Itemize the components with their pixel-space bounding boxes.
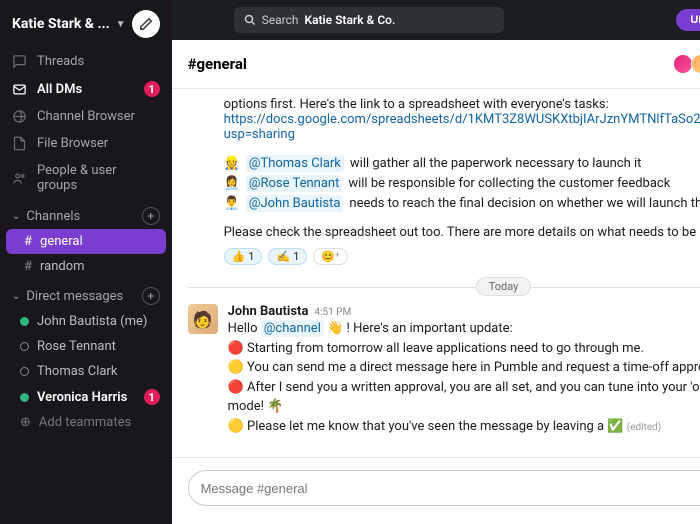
nav-channel-browser[interactable]: Channel Browser [0,103,172,130]
nav-all-dms[interactable]: All DMs 1 [0,75,172,103]
divider-label: Today [476,277,532,296]
file-icon [12,136,27,151]
presence-online-icon [20,317,29,326]
nav-label: File Browser [37,136,108,151]
dm-veronica[interactable]: Veronica Harris 1 [0,384,172,410]
date-divider: Today [188,279,700,294]
reaction[interactable]: ✍️ 1 [268,248,307,265]
message-input[interactable] [201,481,700,496]
message-body: Hello @channel 👋 ! Here's an important u… [228,319,700,436]
dm-label: Thomas Clark [37,364,117,379]
composer [172,457,700,524]
hash-icon: # [24,234,32,249]
add-reaction[interactable]: 😊⁺ [313,248,347,265]
reaction[interactable]: 👍 1 [224,248,263,265]
dm-label: Veronica Harris [37,390,127,405]
presence-away-icon [20,342,29,351]
plus-icon: ⊕ [20,415,31,430]
channels-section-header[interactable]: ⌄ Channels + [0,199,172,229]
search-label: Search [262,13,299,27]
message: options first. Here's the link to a spre… [224,97,700,265]
task-text: needs to reach the final decision on whe… [349,196,700,211]
dm-john[interactable]: John Bautista (me) [0,309,172,334]
message-list: options first. Here's the link to a spre… [172,89,700,457]
add-channel-button[interactable]: + [142,207,160,225]
dm-thomas[interactable]: Thomas Clark [0,359,172,384]
message-time: 4:51 PM [314,307,351,318]
task-row: 👨‍💼 @John Bautista needs to reach the fin… [224,195,700,212]
unread-badge: 1 [144,389,160,405]
section-label: Channels [26,209,80,224]
message-link[interactable]: https://docs.google.com/spreadsheets/d/1… [224,112,700,142]
nav-threads[interactable]: Threads [0,48,172,75]
edited-label: (edited) [627,422,662,433]
dm-label: John Bautista (me) [37,314,147,329]
emoji-icon: 👩‍💼 [224,176,240,191]
member-avatar [691,54,700,74]
message-text: options first. Here's the link to a spre… [224,97,700,112]
workspace-header[interactable]: Katie Stark & ... ▼ [0,0,172,48]
people-icon [12,171,27,186]
emoji-icon: 👨‍💼 [224,196,240,211]
message-avatar[interactable]: 🧑 [188,304,218,334]
presence-away-icon [20,367,29,376]
channel-label: random [40,259,85,274]
section-label: Direct messages [26,289,123,304]
task-text: will be responsible for collecting the c… [348,176,670,191]
message-author[interactable]: John Bautista [228,304,309,319]
channel-title: #general [188,55,247,73]
add-teammates[interactable]: ⊕ Add teammates [0,410,172,435]
nav-label: Threads [37,54,84,69]
workspace-name: Katie Stark & ... [12,16,110,32]
compose-button[interactable] [132,10,160,38]
search-workspace: Katie Stark & Co. [304,13,395,27]
composer-box[interactable] [188,470,700,506]
reactions: 👍 1 ✍️ 1 😊⁺ [224,248,700,265]
task-row: 👩‍💼 @Rose Tennant will be responsible for… [224,175,700,192]
nav-people[interactable]: People & user groups [0,157,172,199]
nav-label: All DMs [37,82,82,97]
message: 🧑 John Bautista 4:51 PM Hello @channel 👋… [188,304,700,436]
presence-online-icon [20,393,29,402]
chevron-down-icon: ⌄ [12,211,20,222]
unread-badge: 1 [144,81,160,97]
mention[interactable]: @John Bautista [246,195,344,212]
task-row: 👷 @Thomas Clark will gather all the paper… [224,155,700,172]
sidebar: Katie Stark & ... ▼ Threads All DMs 1 Ch… [0,0,172,524]
channel-general[interactable]: # general [6,229,166,254]
threads-icon [12,54,27,69]
add-dm-button[interactable]: + [142,287,160,305]
upgrade-button[interactable]: UPGRADE [676,9,700,31]
dms-icon [12,82,27,97]
dm-label: Rose Tennant [37,339,116,354]
emoji-icon: 👷 [224,156,240,171]
chevron-down-icon: ⌄ [12,291,20,302]
mention[interactable]: @Thomas Clark [246,155,344,172]
channel-label: general [40,234,83,249]
member-avatar [673,54,693,74]
mention[interactable]: @channel [261,320,324,337]
add-teammates-label: Add teammates [39,415,131,430]
message-text: Please check the spreadsheet out too. Th… [224,225,700,240]
dm-rose[interactable]: Rose Tennant [0,334,172,359]
pencil-icon [139,17,153,31]
nav-file-browser[interactable]: File Browser [0,130,172,157]
nav-label: People & user groups [37,163,160,193]
browser-icon [12,109,27,124]
chevron-down-icon: ▼ [116,19,126,30]
search-icon [244,14,256,26]
dms-section-header[interactable]: ⌄ Direct messages + [0,279,172,309]
topbar: Search Katie Stark & Co. UPGRADE [172,0,700,40]
task-text: will gather all the paperwork necessary … [350,156,642,171]
main: Search Katie Stark & Co. UPGRADE #genera… [172,0,700,524]
mention[interactable]: @Rose Tennant [246,175,343,192]
channel-header: #general +1 [172,40,700,89]
member-list[interactable]: +1 [677,54,700,74]
channel-random[interactable]: # random [0,254,172,279]
search-input[interactable]: Search Katie Stark & Co. [234,7,504,33]
hash-icon: # [24,259,32,274]
nav-label: Channel Browser [37,109,135,124]
